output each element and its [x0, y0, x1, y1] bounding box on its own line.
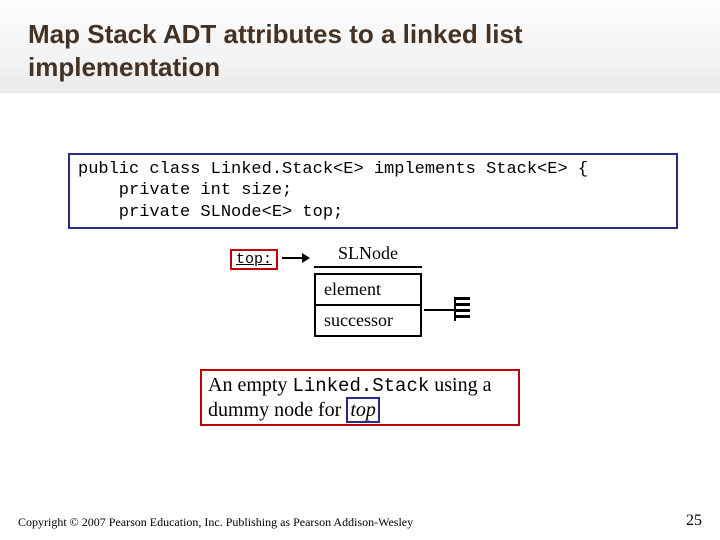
code-line-1: public class Linked.Stack<E> implements … — [78, 160, 588, 179]
code-block: public class Linked.Stack<E> implements … — [68, 153, 678, 229]
null-ground-icon — [454, 297, 482, 325]
caption-classname: Linked.Stack — [292, 375, 429, 397]
code-line-3: private SLNode<E> top; — [78, 203, 343, 222]
node-box: element successor — [314, 273, 422, 337]
code-line-2: private int size; — [78, 181, 292, 200]
caption-prefix: An empty — [208, 374, 292, 396]
arrow-icon — [282, 257, 308, 259]
copyright-text: Copyright © 2007 Pearson Education, Inc.… — [18, 515, 413, 530]
page-number: 25 — [686, 512, 702, 530]
node-field-successor: successor — [316, 304, 420, 335]
top-pointer-label: top: — [230, 249, 278, 270]
caption-top-word: top — [346, 397, 380, 423]
node-classname: SLNode — [314, 243, 422, 268]
linked-stack-diagram: top: SLNode element successor — [230, 243, 490, 353]
diagram-caption: An empty Linked.Stack using a dummy node… — [200, 369, 520, 426]
slide-title: Map Stack ADT attributes to a linked lis… — [28, 18, 692, 83]
node-field-element: element — [316, 275, 420, 304]
